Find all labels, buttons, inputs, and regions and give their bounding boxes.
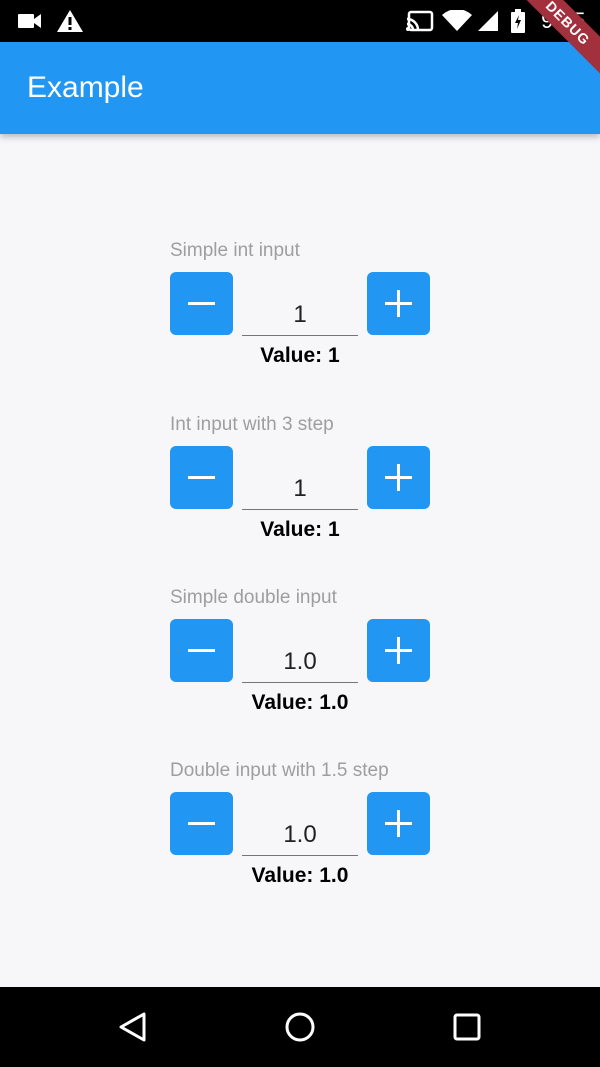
home-button[interactable] (260, 987, 340, 1067)
back-button[interactable] (93, 987, 173, 1067)
video-camera-icon (18, 0, 42, 42)
increment-button[interactable] (367, 446, 430, 509)
number-input[interactable]: 1 (242, 446, 358, 510)
input-label: Simple double input (170, 587, 337, 608)
wifi-icon (442, 0, 472, 42)
recents-square-icon (453, 1013, 481, 1041)
decrement-button[interactable] (170, 272, 233, 335)
app-bar-title: Example (27, 71, 144, 104)
status-bar: 9:05 (0, 0, 600, 42)
cast-icon (406, 0, 434, 42)
input-label: Simple int input (170, 240, 300, 261)
increment-button[interactable] (367, 619, 430, 682)
value-display: Value: 1 (260, 518, 340, 541)
number-input-value: 1.0 (283, 821, 317, 848)
decrement-button[interactable] (170, 792, 233, 855)
navigation-bar (0, 987, 600, 1067)
app-bar: Example (0, 42, 600, 134)
decrement-button[interactable] (170, 619, 233, 682)
input-label: Double input with 1.5 step (170, 760, 389, 781)
minus-icon (188, 302, 215, 305)
minus-icon (188, 476, 215, 479)
increment-button[interactable] (367, 792, 430, 855)
back-triangle-icon (119, 1012, 146, 1042)
increment-button[interactable] (367, 272, 430, 335)
recents-button[interactable] (427, 987, 507, 1067)
input-label: Int input with 3 step (170, 414, 334, 435)
home-circle-icon (285, 1012, 315, 1042)
cell-signal-icon (477, 0, 499, 42)
minus-icon (188, 822, 215, 825)
value-display: Value: 1.0 (251, 864, 349, 887)
battery-icon (511, 0, 525, 42)
number-input[interactable]: 1.0 (242, 619, 358, 683)
number-input[interactable]: 1.0 (242, 792, 358, 856)
decrement-button[interactable] (170, 446, 233, 509)
value-display: Value: 1 (260, 344, 340, 367)
warning-icon (56, 0, 84, 42)
value-display: Value: 1.0 (251, 691, 349, 714)
number-input-value: 1 (293, 301, 307, 328)
minus-icon (188, 649, 215, 652)
number-input-value: 1.0 (283, 648, 317, 675)
number-input-value: 1 (293, 475, 307, 502)
number-input[interactable]: 1 (242, 272, 358, 336)
